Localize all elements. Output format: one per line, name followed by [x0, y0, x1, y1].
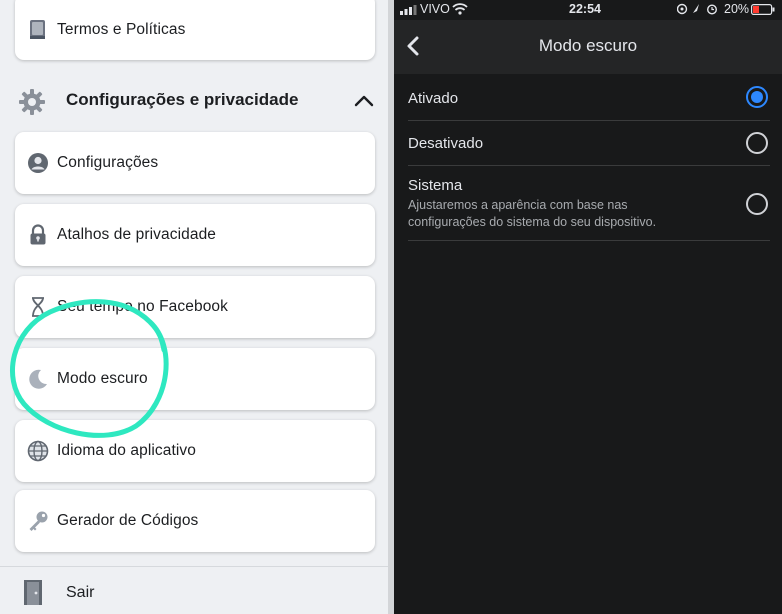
option-label: Desativado	[408, 135, 484, 152]
door-icon	[22, 579, 44, 605]
logout-label: Sair	[66, 584, 95, 601]
dark-mode-screen: VIVO 22:54 20% Modo escuro Ativado Desat…	[394, 0, 782, 614]
menu-item-gerador-codigos[interactable]: Gerador de Códigos	[15, 490, 375, 552]
section-settings-privacy[interactable]: Configurações e privacidade	[0, 78, 388, 124]
status-bar: VIVO 22:54 20%	[394, 0, 782, 18]
settings-menu-panel: Termos e Políticas Configurações e priva…	[0, 0, 388, 614]
status-time: 22:54	[569, 2, 601, 16]
battery-percent: 20%	[724, 2, 750, 16]
gear-icon	[18, 88, 46, 116]
radio-selected[interactable]	[746, 86, 768, 108]
menu-item-configuracoes[interactable]: Configurações	[15, 132, 375, 194]
chevron-up-icon[interactable]	[352, 89, 376, 113]
nav-header: Modo escuro	[394, 20, 782, 74]
moon-icon	[27, 368, 49, 390]
battery-icon	[751, 4, 775, 15]
logout-row[interactable]: Sair	[0, 566, 388, 614]
option-description: Ajustaremos a aparência com base nas con…	[408, 198, 657, 229]
profile-icon	[27, 152, 49, 174]
key-icon	[27, 510, 49, 532]
menu-item-idioma[interactable]: Idioma do aplicativo	[15, 420, 375, 482]
menu-item-atalhos-privacidade[interactable]: Atalhos de privacidade	[15, 204, 375, 266]
menu-item-label: Termos e Políticas	[57, 21, 186, 38]
menu-item-label: Modo escuro	[57, 370, 148, 387]
radio-unselected[interactable]	[746, 132, 768, 154]
option-sistema[interactable]: Sistema Ajustaremos a aparência com base…	[408, 177, 770, 239]
menu-item-label: Gerador de Códigos	[57, 512, 199, 529]
menu-item-modo-escuro[interactable]: Modo escuro	[15, 348, 375, 410]
option-desativado[interactable]: Desativado	[408, 121, 770, 165]
page-title: Modo escuro	[538, 36, 638, 55]
menu-item-label: Atalhos de privacidade	[57, 226, 217, 243]
menu-item-label: Seu tempo no Facebook	[57, 298, 228, 315]
menu-item-label: Configurações	[57, 154, 159, 171]
menu-item-label: Idioma do aplicativo	[57, 442, 196, 459]
lock-icon	[27, 224, 49, 246]
option-divider	[408, 165, 770, 166]
carrier-label: VIVO	[420, 2, 450, 16]
menu-item-seu-tempo[interactable]: Seu tempo no Facebook	[15, 276, 375, 338]
signal-icon	[400, 5, 417, 15]
radio-unselected[interactable]	[746, 193, 768, 215]
hourglass-icon	[27, 296, 49, 318]
menu-item-termos[interactable]: Termos e Políticas	[15, 0, 375, 60]
location-alarm-icon	[677, 3, 718, 15]
wifi-icon	[452, 3, 468, 15]
option-divider	[408, 240, 770, 241]
book-icon	[27, 19, 49, 41]
option-label: Ativado	[408, 90, 459, 107]
option-label: Sistema	[408, 177, 463, 194]
option-ativado[interactable]: Ativado	[408, 76, 770, 120]
globe-icon	[27, 440, 49, 462]
section-title: Configurações e privacidade	[66, 90, 299, 109]
